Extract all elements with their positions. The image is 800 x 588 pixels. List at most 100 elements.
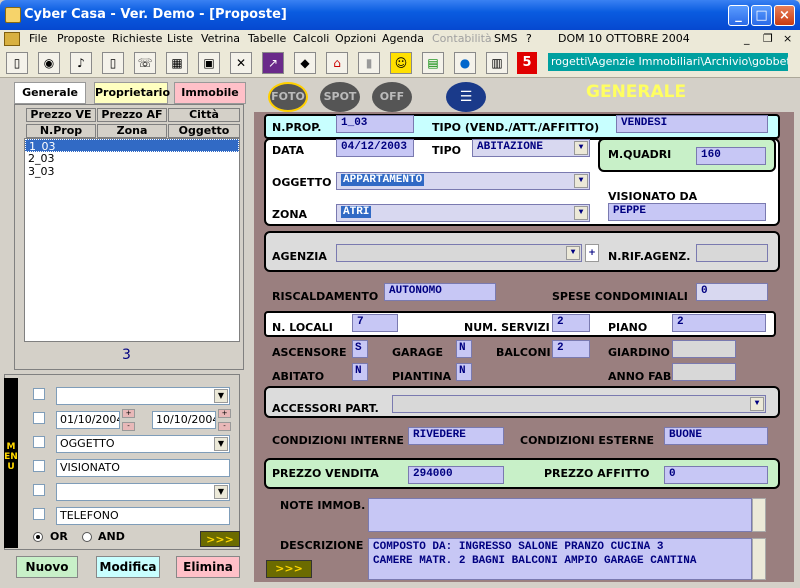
mdi-close-icon[interactable]: × (783, 32, 792, 45)
accessori-dropdown[interactable]: ▼ (392, 395, 766, 413)
date-to-up[interactable]: + (218, 409, 231, 418)
annofab-field[interactable] (672, 363, 736, 381)
maximize-button[interactable]: □ (751, 5, 772, 26)
oggetto-dropdown[interactable]: APPARTAMENTO ▼ (336, 172, 590, 190)
menu-file[interactable]: File (29, 32, 47, 45)
piantina-field[interactable]: N (456, 363, 472, 381)
filter-go-button[interactable]: >>> (200, 531, 240, 547)
grid-icon[interactable]: ▥ (486, 52, 508, 74)
filter-checkbox-telefono[interactable] (33, 508, 45, 520)
header-zona[interactable]: Zona (97, 124, 167, 138)
date-from-down[interactable]: - (122, 422, 135, 431)
filter-dropdown-1[interactable]: ▼ (56, 387, 230, 405)
menu-proposte[interactable]: Proposte (57, 32, 105, 45)
menu-contabilita[interactable]: Contabilità (432, 32, 492, 45)
tab-generale[interactable]: Generale (14, 82, 86, 104)
condint-field[interactable]: RIVEDERE (408, 427, 504, 445)
date-to-down[interactable]: - (218, 422, 231, 431)
filter-checkbox-1[interactable] (33, 388, 45, 400)
elimina-button[interactable]: Elimina (176, 556, 240, 578)
header-nprop[interactable]: N.Prop (26, 124, 96, 138)
piano-field[interactable]: 2 (672, 314, 766, 332)
note-textarea[interactable] (368, 498, 752, 532)
list-item[interactable]: 3_03 (25, 165, 239, 178)
oggetto-filter[interactable]: OGGETTO ▼ (56, 435, 230, 453)
filter-checkbox-visionato[interactable] (33, 460, 45, 472)
spese-field[interactable]: 0 (696, 283, 768, 301)
menu-calcoli[interactable]: Calcoli (293, 32, 329, 45)
nrif-field[interactable] (696, 244, 768, 262)
ascensore-field[interactable]: S (352, 340, 368, 358)
balconi-field[interactable]: 2 (552, 340, 590, 358)
proposal-list[interactable]: 1_03 2_03 3_03 (24, 138, 240, 342)
menu-liste[interactable]: Liste (167, 32, 193, 45)
giardino-field[interactable] (672, 340, 736, 358)
close-button[interactable]: × (774, 5, 795, 26)
list-item[interactable]: 1_03 (25, 139, 239, 153)
header-prezzo-ve[interactable]: Prezzo VE (26, 108, 96, 122)
servizi-field[interactable]: 2 (552, 314, 590, 332)
filter-checkbox-oggetto[interactable] (33, 436, 45, 448)
ear-icon[interactable]: ♪ (70, 52, 92, 74)
menu-vertical-bar[interactable]: MENU (4, 378, 18, 548)
modifica-button[interactable]: Modifica (96, 556, 160, 578)
tipo-vend-field[interactable]: VENDESI (616, 115, 768, 133)
page-icon[interactable]: ▯ (102, 52, 124, 74)
foto-icon[interactable]: FOTO (268, 82, 308, 112)
list-icon[interactable]: ☰ (446, 82, 486, 112)
telefono-filter[interactable]: TELEFONO (56, 507, 230, 525)
globe-icon[interactable]: ● (454, 52, 476, 74)
document-icon[interactable]: ▯ (6, 52, 28, 74)
date-from-up[interactable]: + (122, 409, 135, 418)
monitor-icon[interactable]: ▣ (198, 52, 220, 74)
descrizione-scrollbar[interactable] (752, 538, 766, 580)
header-oggetto[interactable]: Oggetto (168, 124, 240, 138)
house-icon[interactable]: ⌂ (326, 52, 348, 74)
calendar-icon[interactable]: ▦ (166, 52, 188, 74)
zona-dropdown[interactable]: ATRI ▼ (336, 204, 590, 222)
header-citta[interactable]: Città (168, 108, 240, 122)
filter-checkbox-date[interactable] (33, 412, 45, 424)
and-radio[interactable] (82, 532, 92, 542)
menu-tabelle[interactable]: Tabelle (248, 32, 286, 45)
prezzo-vendita-field[interactable]: 294000 (408, 466, 504, 484)
prezzo-affitto-field[interactable]: 0 (664, 466, 768, 484)
nuovo-button[interactable]: Nuovo (16, 556, 78, 578)
descrizione-textarea[interactable]: COMPOSTO DA: INGRESSO SALONE PRANZO CUCI… (368, 538, 752, 580)
disabled-icon[interactable]: ▮ (358, 52, 380, 74)
menu-help[interactable]: ? (526, 32, 532, 45)
tab-immobile[interactable]: Immobile (174, 82, 246, 104)
spot-icon[interactable]: SPOT (320, 82, 360, 112)
tab-proprietario[interactable]: Proprietario (94, 82, 170, 104)
phone-icon[interactable]: ☏ (134, 52, 156, 74)
condest-field[interactable]: BUONE (664, 427, 768, 445)
menu-sms[interactable]: SMS (494, 32, 517, 45)
menu-richieste[interactable]: Richieste (112, 32, 162, 45)
visionato-filter[interactable]: VISIONATO (56, 459, 230, 477)
tipo-dropdown[interactable]: ABITAZIONE ▼ (472, 139, 590, 157)
filter-checkbox-5[interactable] (33, 484, 45, 496)
riscaldamento-field[interactable]: AUTONOMO (384, 283, 496, 301)
smiley-icon[interactable]: ☺ (390, 52, 412, 74)
mdi-restore-icon[interactable]: ❐ (763, 32, 773, 45)
or-radio[interactable] (33, 532, 43, 542)
date-from-input[interactable]: 01/10/2004 (56, 411, 120, 429)
garage-field[interactable]: N (456, 340, 472, 358)
mdi-minimize-icon[interactable]: _ (744, 32, 750, 45)
header-prezzo-af[interactable]: Prezzo AF (97, 108, 167, 122)
list-item[interactable]: 2_03 (25, 152, 239, 165)
menu-agenda[interactable]: Agenda (382, 32, 424, 45)
menu-opzioni[interactable]: Opzioni (335, 32, 376, 45)
off-icon[interactable]: OFF (372, 82, 412, 112)
data-field[interactable]: 04/12/2003 (336, 139, 414, 157)
abitato-field[interactable]: N (352, 363, 368, 381)
date-to-input[interactable]: 10/10/2004 (152, 411, 216, 429)
agenzia-dropdown[interactable]: ▼ (336, 244, 582, 262)
locali-field[interactable]: 7 (352, 314, 398, 332)
add-agenzia-button[interactable]: + (585, 244, 599, 262)
tools-icon[interactable]: ✕ (230, 52, 252, 74)
filter-dropdown-5[interactable]: ▼ (56, 483, 230, 501)
dice-icon[interactable]: ◆ (294, 52, 316, 74)
chart-icon[interactable]: ↗ (262, 52, 284, 74)
mquadri-field[interactable]: 160 (696, 147, 766, 165)
